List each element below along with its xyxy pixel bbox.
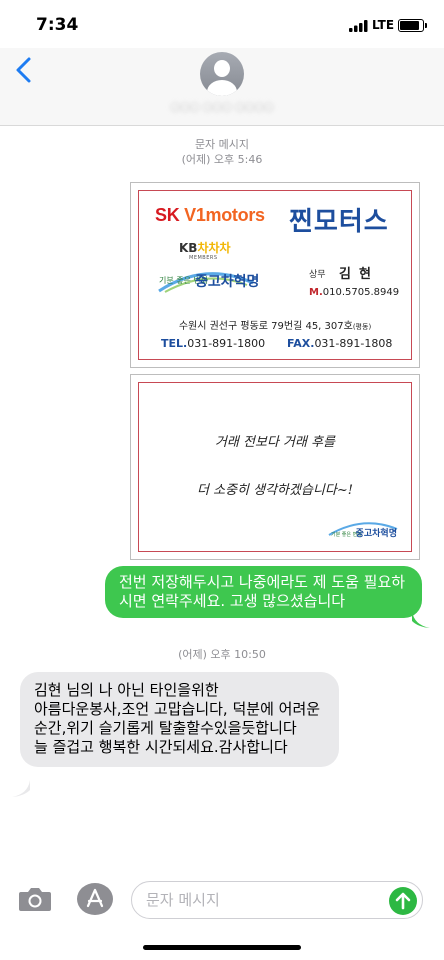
message-timestamp: (어제) 오후 5:46 (181, 153, 263, 166)
revolution-name: 중고차혁명 (195, 274, 260, 290)
send-button[interactable] (389, 887, 417, 915)
arrow-up-icon (395, 892, 411, 910)
app-store-icon[interactable] (76, 882, 114, 916)
card-address: 수원시 권선구 평동로 79번길 45, 307호(평동) (178, 321, 372, 332)
contact-name[interactable]: ○○○ ○○○ ○○○○ (170, 100, 274, 113)
card-message-line-2: 더 소중히 생각하겠습니다~! (197, 483, 353, 498)
revolution-logo-small: 기분 좋은 변화 중고차혁명 (327, 517, 399, 539)
business-card-image[interactable]: SK V1motors 찐모터스 KB차차차 MEMBERS 기분 좋은 변화 … (130, 182, 420, 368)
jjin-motors-logo: 찐모터스 (289, 207, 389, 237)
sk-v1motors-logo: SK V1motors (155, 205, 265, 225)
message-type-label: 문자 메시지 (194, 138, 250, 151)
kb-members-label: MEMBERS (189, 255, 218, 261)
fax-number: FAX.031-891-1808 (287, 337, 393, 350)
business-card-back-image[interactable]: 거래 전보다 거래 후를 더 소중히 생각하겠습니다~! 기분 좋은 변화 중고… (130, 374, 420, 560)
message-timestamp-2: (어제) 오후 10:50 (178, 648, 266, 661)
message-input[interactable] (146, 890, 376, 910)
received-bubble-tail (12, 780, 30, 797)
contact-avatar[interactable] (200, 52, 244, 96)
network-type: LTE (372, 18, 395, 32)
received-message-text: 김현 님의 나 아닌 타인을위한 아름다운봉사,조언 고맙습니다, 덕분에 어려… (34, 681, 321, 756)
kb-chachacha-logo: KB차차차 (179, 241, 231, 255)
received-message-bubble[interactable]: 김현 님의 나 아닌 타인을위한 아름다운봉사,조언 고맙습니다, 덕분에 어려… (20, 672, 339, 767)
conversation-header: ○○○ ○○○ ○○○○ (0, 48, 444, 126)
mobile-number: M.010.5705.8949 (309, 287, 400, 298)
sent-bubble-tail (412, 611, 430, 628)
person-role: 상무 (309, 270, 326, 280)
camera-icon[interactable] (18, 884, 52, 914)
home-indicator (143, 945, 301, 950)
sent-message-bubble[interactable]: 전번 저장해두시고 나중에라도 제 도움 필요하시면 연락주세요. 고생 많으셨… (105, 566, 422, 618)
status-bar: 7:34 LTE (0, 0, 444, 48)
message-input-container[interactable] (131, 881, 423, 919)
person-name: 김현 (339, 267, 379, 282)
back-chevron-icon[interactable] (12, 56, 36, 84)
card-message-line-1: 거래 전보다 거래 후를 (214, 435, 336, 450)
cellular-signal-icon (349, 20, 368, 32)
battery-icon (398, 19, 427, 32)
tel-number: TEL.031-891-1800 (161, 337, 266, 350)
status-time: 7:34 (36, 15, 79, 35)
